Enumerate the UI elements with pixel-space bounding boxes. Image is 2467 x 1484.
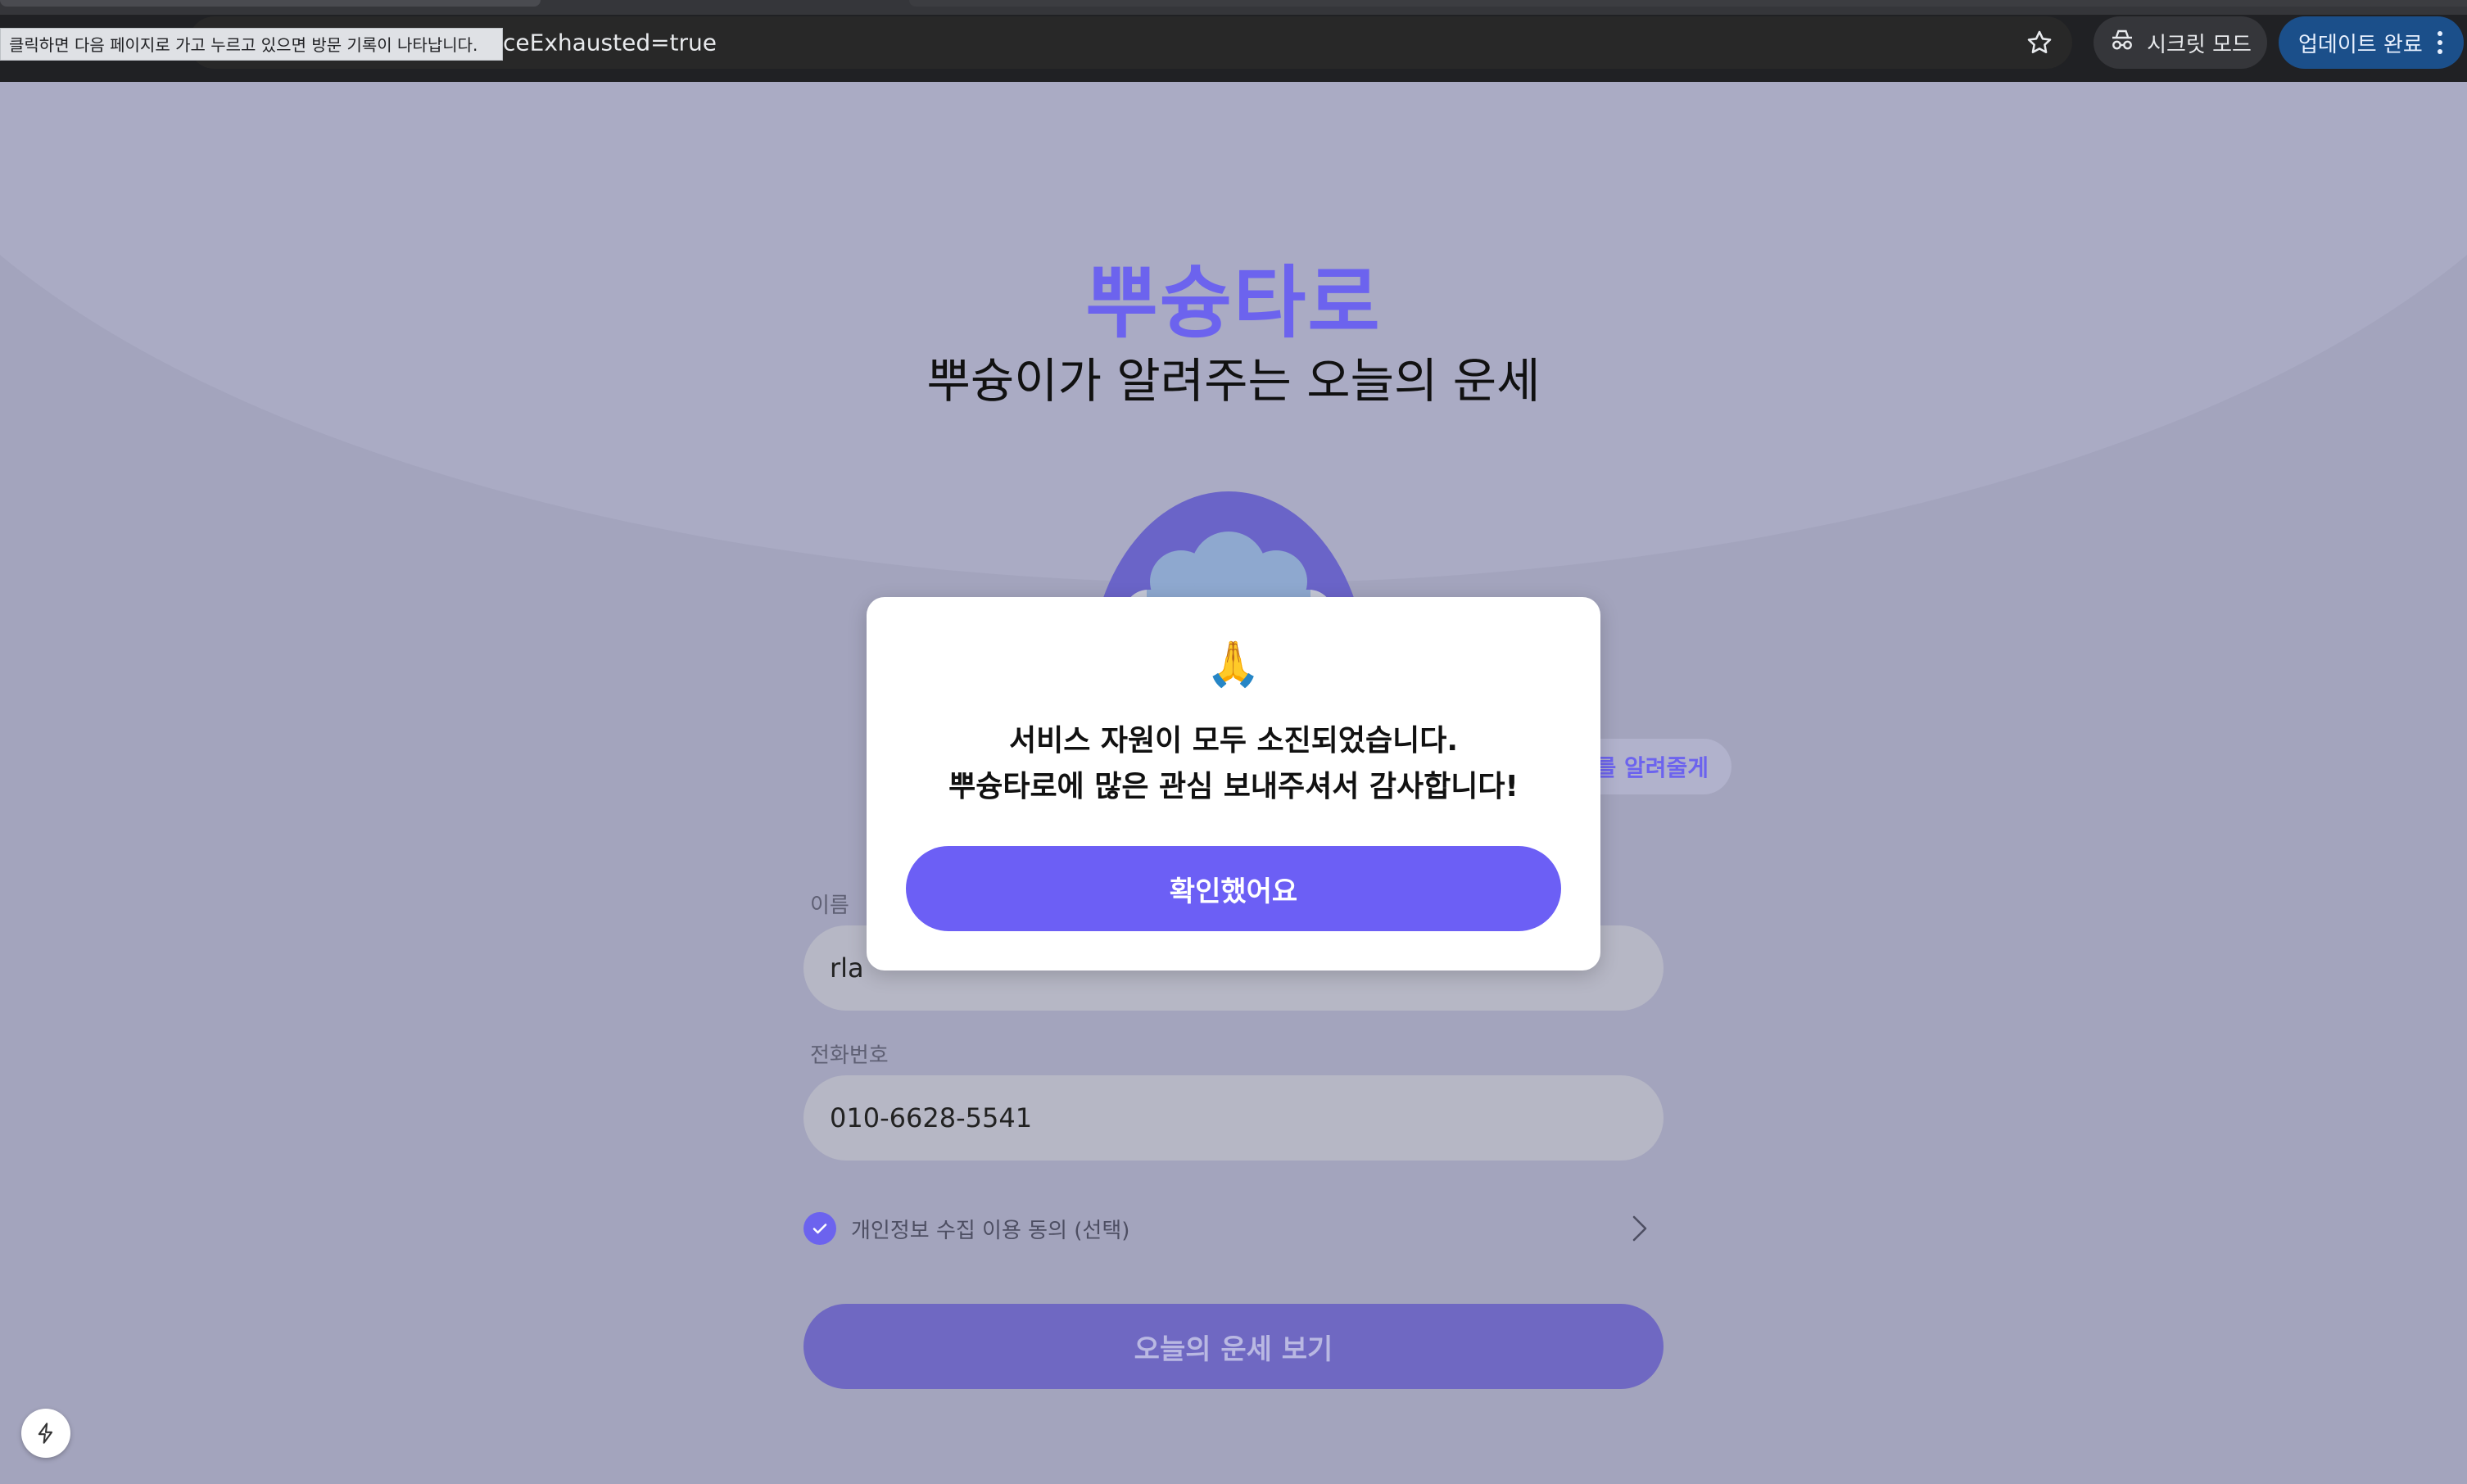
- consent-checkbox[interactable]: [803, 1212, 836, 1245]
- modal-message-line2: 뿌슝타로에 많은 관심 보내주셔서 감사합니다!: [948, 770, 1519, 803]
- app-title: 뿌슝타로: [1085, 257, 1382, 349]
- phone-input[interactable]: [803, 1075, 1664, 1161]
- kebab-menu-icon[interactable]: [2437, 31, 2442, 54]
- incognito-indicator[interactable]: 시크릿 모드: [2094, 16, 2267, 69]
- lightning-icon[interactable]: [21, 1409, 70, 1458]
- resource-exhausted-modal: 🙏 서비스 자원이 모두 소진되었습니다. 뿌슝타로에 많은 관심 보내주셔서 …: [867, 597, 1600, 970]
- check-icon: [813, 1224, 827, 1234]
- modal-message-line1: 서비스 자원이 모두 소진되었습니다.: [1008, 724, 1459, 758]
- tab-right[interactable]: [909, 0, 2467, 7]
- name-label: 이름: [810, 894, 849, 918]
- phone-label: 전화번호: [810, 1043, 889, 1068]
- star-icon[interactable]: [2021, 25, 2057, 61]
- incognito-label: 시크릿 모드: [2147, 32, 2252, 57]
- app-subtitle: 뿌슝이가 알려주는 오늘의 운세: [926, 353, 1541, 409]
- browser-chrome: ceExhausted=true 클릭하면 다음 페이지로 가고 누르고 있으면…: [0, 0, 2467, 82]
- url-text[interactable]: ceExhausted=true: [503, 29, 717, 57]
- incognito-icon: [2109, 29, 2135, 57]
- tab-left[interactable]: [0, 0, 541, 7]
- pray-emoji-icon: 🙏: [1206, 638, 1261, 690]
- view-fortune-button[interactable]: 오늘의 운세 보기: [803, 1304, 1664, 1389]
- update-button[interactable]: 업데이트 완료: [2279, 16, 2464, 69]
- consent-label: 개인정보 수집 이용 동의 (선택): [851, 1218, 1130, 1243]
- consent-row[interactable]: 개인정보 수집 이용 동의 (선택): [803, 1210, 1664, 1246]
- chevron-right-icon[interactable]: [1624, 1214, 1654, 1243]
- confirm-button[interactable]: 확인했어요: [906, 846, 1561, 931]
- back-button-tooltip: 클릭하면 다음 페이지로 가고 누르고 있으면 방문 기록이 나타납니다.: [0, 28, 503, 61]
- update-label: 업데이트 완료: [2298, 32, 2423, 57]
